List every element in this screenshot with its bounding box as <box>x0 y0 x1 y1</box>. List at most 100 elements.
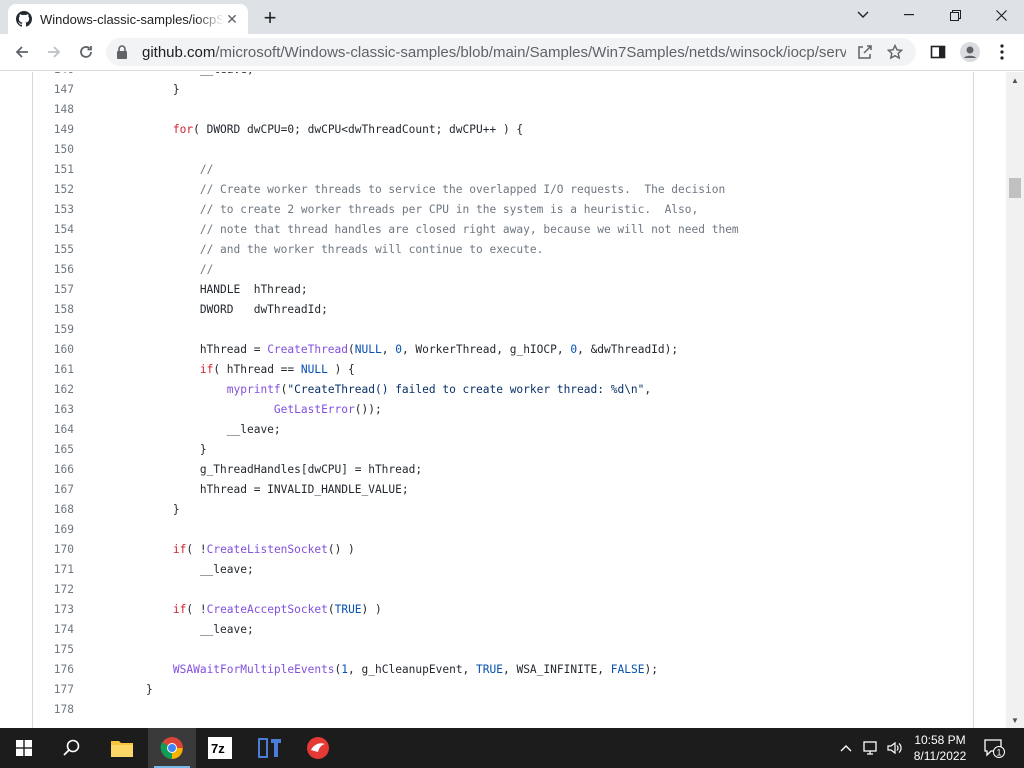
taskbar-clock[interactable]: 10:58 PM 8/11/2022 <box>906 732 974 764</box>
start-button[interactable] <box>0 728 48 768</box>
lock-icon[interactable] <box>116 44 130 60</box>
code-line: 167 hThread = INVALID_HANDLE_VALUE; <box>33 480 973 500</box>
reload-button[interactable] <box>72 38 100 66</box>
line-number[interactable]: 173 <box>33 600 74 620</box>
code-line: 165 } <box>33 440 973 460</box>
code-line: 149 for( DWORD dwCPU=0; dwCPU<dwThreadCo… <box>33 120 973 140</box>
svg-text:7z: 7z <box>211 741 225 756</box>
line-number[interactable]: 177 <box>33 680 74 700</box>
browser-toolbar: github.com/microsoft/Windows-classic-sam… <box>0 34 1024 71</box>
line-number[interactable]: 154 <box>33 220 74 240</box>
code-line: 171 __leave; <box>33 560 973 580</box>
line-number[interactable]: 166 <box>33 460 74 480</box>
notification-count: 1 <box>996 748 1001 758</box>
line-number[interactable]: 149 <box>33 120 74 140</box>
line-number[interactable]: 150 <box>33 140 74 160</box>
vertical-scrollbar[interactable]: ▲ ▼ <box>1006 72 1024 728</box>
windows-taskbar: 7z 10:58 PM 8/11/2022 1 <box>0 728 1024 768</box>
line-number[interactable]: 152 <box>33 180 74 200</box>
line-number[interactable]: 147 <box>33 80 74 100</box>
code-line: 161 if( hThread == NULL ) { <box>33 360 973 380</box>
line-number[interactable]: 175 <box>33 640 74 660</box>
code-line: 166 g_ThreadHandles[dwCPU] = hThread; <box>33 460 973 480</box>
7zip-icon[interactable]: 7z <box>196 728 244 768</box>
notification-center-icon[interactable]: 1 <box>980 728 1008 768</box>
line-number[interactable]: 148 <box>33 100 74 120</box>
code-line: 146 __leave; <box>33 72 973 80</box>
scroll-up-icon[interactable]: ▲ <box>1006 72 1024 88</box>
code-text: if( hThread == NULL ) { <box>199 363 355 376</box>
line-number[interactable]: 164 <box>33 420 74 440</box>
close-window-button[interactable] <box>978 0 1024 30</box>
code-text: for( DWORD dwCPU=0; dwCPU<dwThreadCount;… <box>172 123 524 136</box>
code-text: HANDLE hThread; <box>119 283 308 296</box>
new-tab-button[interactable]: + <box>258 5 282 30</box>
line-number[interactable]: 157 <box>33 280 74 300</box>
line-number[interactable]: 172 <box>33 580 74 600</box>
code-text: // to create 2 worker threads per CPU in… <box>199 203 699 216</box>
code-text: } <box>119 503 180 516</box>
search-icon[interactable] <box>48 728 96 768</box>
line-number[interactable]: 163 <box>33 400 74 420</box>
scrollbar-thumb[interactable] <box>1009 178 1021 198</box>
app-icon[interactable] <box>246 728 294 768</box>
line-number[interactable]: 169 <box>33 520 74 540</box>
line-number[interactable]: 168 <box>33 500 74 520</box>
code-text: // <box>199 263 214 276</box>
code-line: 169 <box>33 520 973 540</box>
back-button[interactable] <box>8 38 36 66</box>
menu-kebab-icon[interactable] <box>988 38 1016 66</box>
file-explorer-icon[interactable] <box>98 728 146 768</box>
share-icon[interactable] <box>854 41 876 63</box>
line-number[interactable]: 146 <box>33 72 74 80</box>
app-red-icon[interactable] <box>294 728 342 768</box>
tab-search-icon[interactable] <box>840 0 886 30</box>
tab-title: Windows-classic-samples/iocpSe <box>40 11 224 27</box>
scroll-down-icon[interactable]: ▼ <box>1006 712 1024 728</box>
code-line: 148 <box>33 100 973 120</box>
code-line: 155 // and the worker threads will conti… <box>33 240 973 260</box>
url-text[interactable]: github.com/microsoft/Windows-classic-sam… <box>142 44 846 61</box>
line-number[interactable]: 153 <box>33 200 74 220</box>
code-line: 164 __leave; <box>33 420 973 440</box>
code-text: // <box>199 163 214 176</box>
network-icon[interactable] <box>860 728 882 768</box>
line-number[interactable]: 158 <box>33 300 74 320</box>
line-number[interactable]: 155 <box>33 240 74 260</box>
line-number[interactable]: 171 <box>33 560 74 580</box>
code-line: 157 HANDLE hThread; <box>33 280 973 300</box>
line-number[interactable]: 159 <box>33 320 74 340</box>
tab-close-icon[interactable]: ✕ <box>224 11 240 27</box>
code-line: 151 // <box>33 160 973 180</box>
code-line: 177 } <box>33 680 973 700</box>
line-number[interactable]: 167 <box>33 480 74 500</box>
line-number[interactable]: 161 <box>33 360 74 380</box>
line-number[interactable]: 170 <box>33 540 74 560</box>
code-line: 160 hThread = CreateThread(NULL, 0, Work… <box>33 340 973 360</box>
line-number[interactable]: 174 <box>33 620 74 640</box>
forward-button[interactable] <box>40 38 68 66</box>
code-text: // and the worker threads will continue … <box>199 243 544 256</box>
line-number[interactable]: 162 <box>33 380 74 400</box>
bookmark-star-icon[interactable] <box>884 41 906 63</box>
code-text: g_ThreadHandles[dwCPU] = hThread; <box>119 463 423 476</box>
side-panel-icon[interactable] <box>924 38 952 66</box>
line-number[interactable]: 178 <box>33 700 74 720</box>
code-text: WSAWaitForMultipleEvents(1, g_hCleanupEv… <box>172 663 658 676</box>
code-line: 163 GetLastError()); <box>33 400 973 420</box>
line-number[interactable]: 151 <box>33 160 74 180</box>
restore-button[interactable] <box>932 0 978 30</box>
code-line: 168 } <box>33 500 973 520</box>
chrome-icon[interactable] <box>148 728 196 768</box>
volume-icon[interactable] <box>884 728 906 768</box>
address-bar[interactable]: github.com/microsoft/Windows-classic-sam… <box>106 38 916 66</box>
line-number[interactable]: 176 <box>33 660 74 680</box>
code-line: 176 WSAWaitForMultipleEvents(1, g_hClean… <box>33 660 973 680</box>
line-number[interactable]: 165 <box>33 440 74 460</box>
minimize-button[interactable] <box>886 0 932 30</box>
line-number[interactable]: 156 <box>33 260 74 280</box>
line-number[interactable]: 160 <box>33 340 74 360</box>
browser-tab[interactable]: Windows-classic-samples/iocpSe ✕ <box>8 4 248 34</box>
show-hidden-icons-icon[interactable] <box>836 728 856 768</box>
profile-avatar-icon[interactable] <box>956 38 984 66</box>
